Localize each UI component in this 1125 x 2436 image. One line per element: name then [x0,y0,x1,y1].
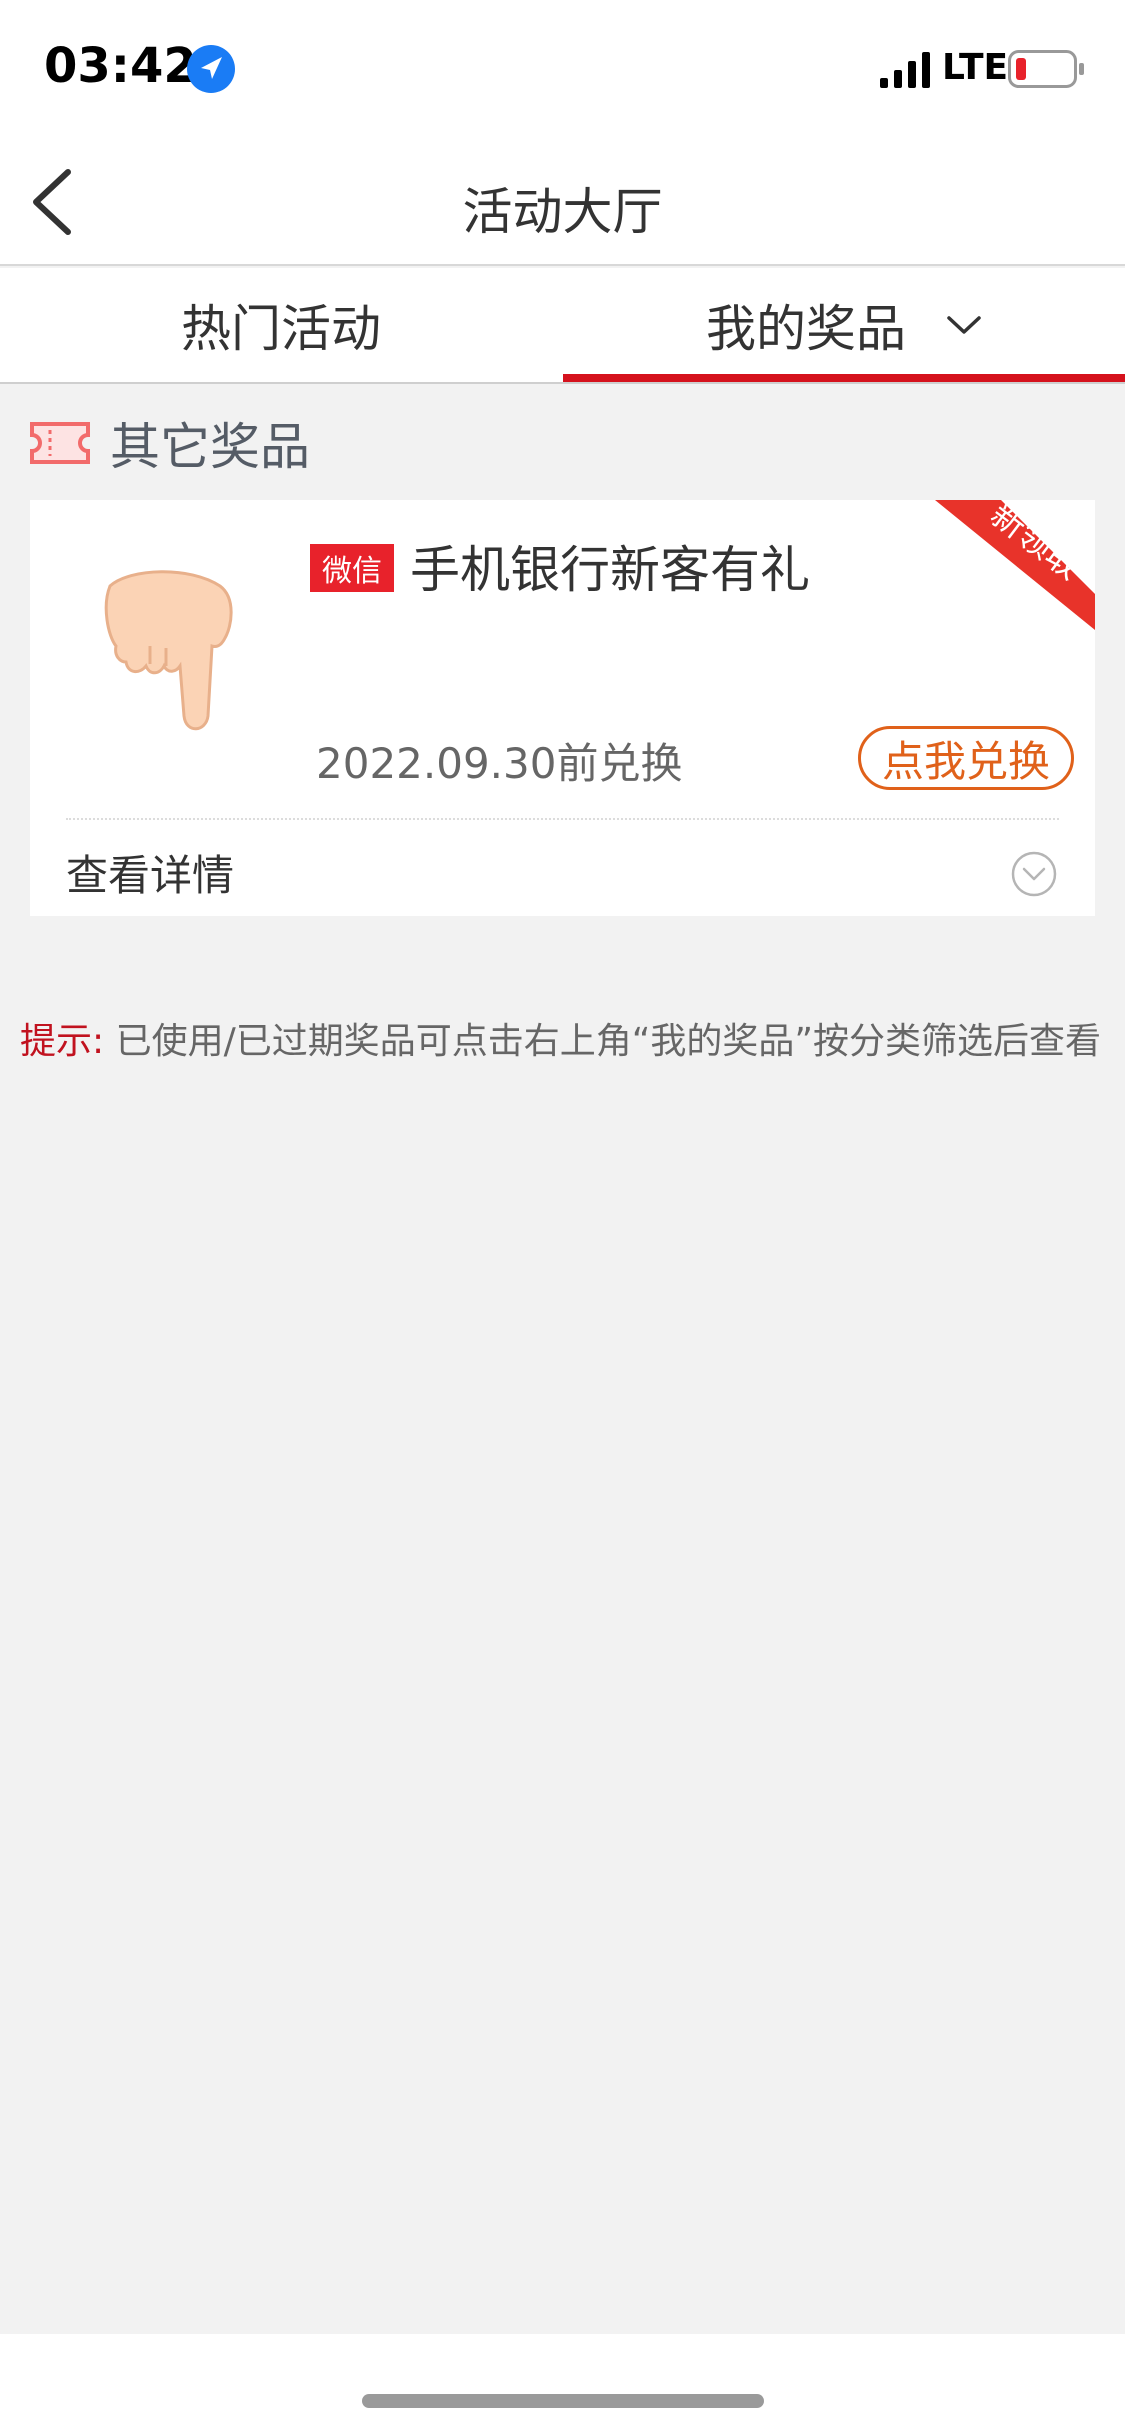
section-header: 其它奖品 [28,410,310,476]
section-title: 其它奖品 [110,418,310,476]
ticket-icon [30,422,90,464]
home-indicator [362,2394,764,2408]
active-tab-indicator [563,374,1125,382]
tip-text: 提示: 已使用/已过期奖品可点击右上角“我的奖品”按分类筛选后查看 [20,1012,1110,1064]
signal-icon [880,52,930,88]
prize-card[interactable]: 微信 手机银行新客有礼 2022.09.30前兑换 点我兑换 新领取 查看详情 [30,500,1095,916]
channel-badge: 微信 [310,544,394,592]
tab-label: 我的奖品 [706,300,906,358]
status-bar: 03:42 LTE [0,0,1125,138]
tab-hot-activities[interactable]: 热门活动 [0,268,562,382]
pointing-hand-icon [104,570,233,731]
tab-label: 热门活动 [181,300,381,358]
chevron-down-icon[interactable] [946,314,982,336]
tip-label: 提示: [20,1021,105,1062]
tab-my-prizes[interactable]: 我的奖品 [563,268,1125,382]
new-ribbon: 新领取 [935,500,1095,630]
tab-bar: 热门活动 我的奖品 [0,268,1125,384]
details-label: 查看详情 [66,851,235,900]
network-type: LTE [942,47,1009,88]
tip-content: 已使用/已过期奖品可点击右上角“我的奖品”按分类筛选后查看 [115,1021,1102,1062]
page-title: 活动大厅 [462,183,663,241]
nav-bar: 活动大厅 [0,138,1125,266]
redeem-button[interactable]: 点我兑换 [858,726,1074,790]
prize-name: 手机银行新客有礼 [410,541,810,599]
status-time: 03:42 [44,38,197,94]
circle-chevron-down-icon[interactable] [1010,850,1058,898]
prize-deadline: 2022.09.30前兑换 [316,739,683,788]
bottom-safe-area [0,2334,1125,2436]
details-row[interactable]: 查看详情 [30,820,1095,916]
location-arrow-icon [187,45,235,93]
battery-low-icon [1008,50,1084,88]
